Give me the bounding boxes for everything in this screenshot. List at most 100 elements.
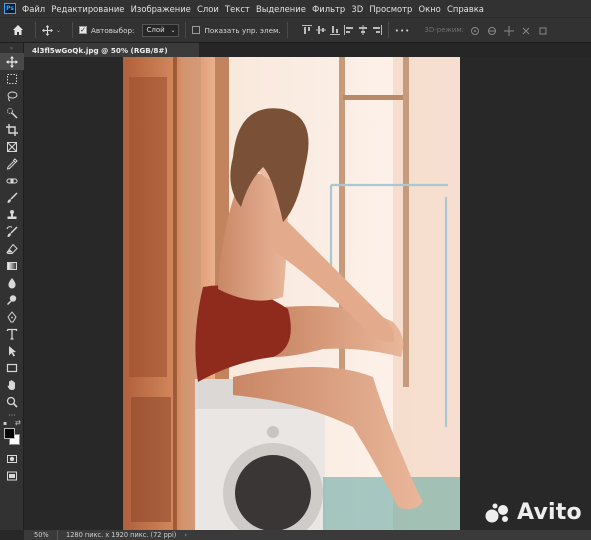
quick-select-tool[interactable] [0, 104, 24, 121]
scale-3d-icon[interactable] [538, 21, 548, 40]
move-icon [42, 24, 53, 36]
separator [72, 22, 73, 38]
color-swatches: ▪ ⇄ [0, 419, 24, 450]
menu-window[interactable]: Окно [419, 4, 441, 14]
roll-icon[interactable] [487, 21, 497, 40]
status-bar: 50% 1280 пикс. x 1920 пикс. (72 ppi) › [24, 530, 591, 540]
gradient-tool[interactable] [0, 257, 24, 274]
align-top-icon[interactable] [301, 25, 312, 35]
document-tab-title: 4l3fl5wGoQk.jpg @ 50% (RGB/8#) [32, 45, 168, 55]
menu-file[interactable]: Файл [22, 4, 45, 14]
document-info: 1280 пикс. x 1920 пикс. (72 ppi) [66, 531, 177, 539]
separator [387, 22, 389, 38]
path-selection-tool[interactable] [0, 342, 24, 359]
autoselect-dropdown[interactable]: Слой ⌄ [142, 23, 180, 37]
autoselect-label: Автовыбор: [91, 25, 135, 35]
document-tab[interactable]: 4l3fl5wGoQk.jpg @ 50% (RGB/8#) [24, 43, 199, 57]
menu-select[interactable]: Выделение [256, 4, 306, 14]
orbit-icon[interactable] [470, 21, 480, 40]
chevron-down-icon: ⌄ [56, 26, 62, 34]
show-transform-checkbox[interactable] [192, 26, 201, 34]
align-bottom-icon[interactable] [329, 25, 340, 35]
pan-3d-icon[interactable] [504, 21, 515, 40]
slide-icon[interactable] [521, 21, 531, 40]
zoom-tool[interactable] [0, 393, 24, 410]
three-d-mode-label: 3D-режим: [424, 26, 465, 34]
move-tool[interactable] [0, 53, 24, 70]
default-colors-icon[interactable]: ▪ [3, 420, 7, 427]
document-tab-bar: 4l3fl5wGoQk.jpg @ 50% (RGB/8#) [24, 43, 591, 57]
hand-tool[interactable] [0, 376, 24, 393]
separator [35, 22, 36, 38]
tools-panel: » ··· ▪ ⇄ [0, 43, 24, 530]
align-hcenter-icon[interactable] [358, 25, 368, 35]
history-brush-tool[interactable] [0, 223, 24, 240]
separator [286, 22, 288, 38]
menu-3d[interactable]: 3D [351, 4, 363, 14]
menu-filter[interactable]: Фильтр [312, 4, 345, 14]
crop-tool[interactable] [0, 121, 24, 138]
marquee-icon [7, 73, 17, 84]
separator [185, 22, 187, 38]
crop-icon [6, 123, 18, 136]
align-right-icon[interactable] [372, 25, 382, 35]
droplet-icon [8, 277, 16, 288]
document-image[interactable] [123, 57, 460, 530]
zoom-level[interactable]: 50% [24, 530, 58, 540]
type-icon [6, 328, 18, 340]
autoselect-checkbox[interactable]: ✓ [79, 26, 87, 34]
align-vcenter-icon[interactable] [315, 25, 326, 35]
frame-tool[interactable] [0, 138, 24, 155]
quick-mask-button[interactable] [0, 450, 24, 467]
lasso-icon [7, 91, 18, 101]
status-menu-arrow[interactable]: › [184, 531, 187, 539]
rectangle-tool[interactable] [0, 359, 24, 376]
menu-type[interactable]: Текст [225, 4, 250, 14]
eraser-icon [6, 243, 18, 254]
screen-mode-button[interactable] [0, 467, 24, 484]
align-left-icon[interactable] [343, 25, 354, 35]
stamp-icon [7, 209, 17, 219]
toolbar-grip[interactable]: » [0, 43, 23, 53]
magnifier-icon [6, 396, 18, 408]
home-button[interactable] [7, 20, 29, 40]
eyedropper-tool[interactable] [0, 155, 24, 172]
lasso-tool[interactable] [0, 87, 24, 104]
pen-icon [7, 310, 17, 322]
options-bar: ⌄ ✓ Автовыбор: Слой ⌄ Показать упр. элем… [0, 17, 591, 43]
arrow-pointer-icon [9, 345, 16, 356]
menu-layers[interactable]: Слои [197, 4, 219, 14]
canvas-area[interactable] [24, 57, 591, 530]
more-options-button[interactable]: ••• [395, 26, 411, 35]
brush-tool[interactable] [0, 189, 24, 206]
quick-select-icon [7, 107, 18, 119]
history-brush-icon [6, 225, 18, 237]
healing-brush-tool[interactable] [0, 172, 24, 189]
home-icon [13, 25, 23, 35]
bandage-icon [6, 178, 18, 183]
hand-icon [7, 379, 15, 390]
clone-stamp-tool[interactable] [0, 206, 24, 223]
swap-colors-icon[interactable]: ⇄ [15, 419, 21, 427]
foreground-color[interactable] [4, 428, 15, 439]
menu-bar: Ps Файл Редактирование Изображение Слои … [0, 0, 591, 17]
pen-tool[interactable] [0, 308, 24, 325]
move-tool-preset[interactable]: ⌄ [42, 21, 66, 39]
menu-help[interactable]: Справка [447, 4, 484, 14]
type-tool[interactable] [0, 325, 24, 342]
eraser-tool[interactable] [0, 240, 24, 257]
rectangle-icon [6, 363, 18, 372]
dodge-tool[interactable] [0, 291, 24, 308]
avito-watermark-text: Avito [517, 500, 582, 525]
brush-icon [7, 191, 18, 203]
avito-logo-icon [485, 503, 508, 522]
move-icon [6, 55, 18, 68]
blur-tool[interactable] [0, 274, 24, 291]
marquee-tool[interactable] [0, 70, 24, 87]
align-buttons [301, 25, 382, 35]
autoselect-value: Слой [146, 26, 165, 34]
menu-edit[interactable]: Редактирование [51, 4, 124, 14]
dodge-icon [6, 294, 17, 305]
menu-view[interactable]: Просмотр [369, 4, 412, 14]
menu-image[interactable]: Изображение [131, 4, 191, 14]
